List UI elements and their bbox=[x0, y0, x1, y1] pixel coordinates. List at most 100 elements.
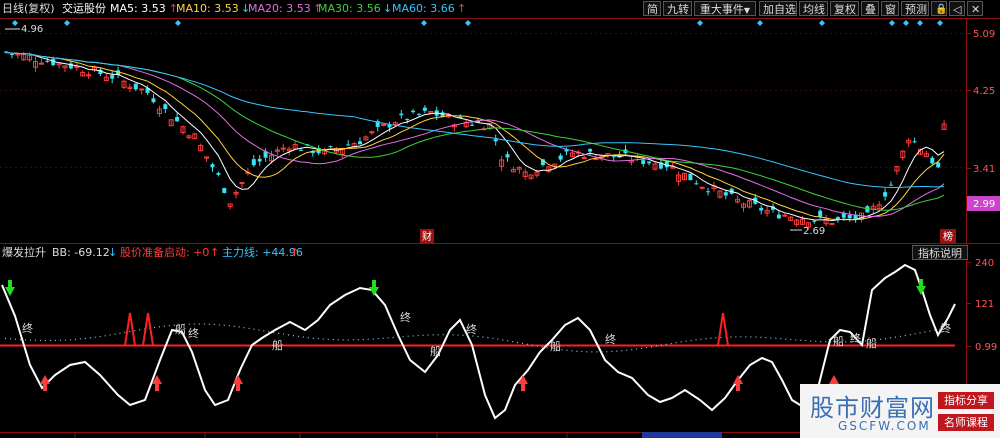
low-marker-label: 2.69 bbox=[803, 226, 825, 237]
end-mark: 终 bbox=[400, 310, 411, 324]
price-tick-label: 5.09 bbox=[973, 29, 995, 40]
candle-body bbox=[688, 173, 693, 181]
candle-body bbox=[251, 159, 256, 166]
candle-body bbox=[505, 154, 510, 158]
candle-body bbox=[470, 124, 475, 126]
candle-body bbox=[110, 75, 115, 79]
candle-body bbox=[216, 172, 221, 175]
chart-canvas[interactable]: 5.094.253.412.992401210.994.962.69财 榜终 终终终… bbox=[0, 0, 1000, 438]
candle-body bbox=[723, 192, 728, 196]
event-diamond bbox=[697, 20, 703, 26]
price-tick-label: 3.41 bbox=[973, 164, 995, 175]
event-diamond bbox=[64, 20, 70, 26]
candle-body bbox=[175, 116, 180, 122]
ship-mark: 船 bbox=[866, 336, 877, 350]
ship-mark: 船 bbox=[175, 322, 186, 336]
candle-body bbox=[782, 214, 788, 217]
candle-body bbox=[369, 131, 375, 134]
current-price-label: 2.99 bbox=[973, 199, 995, 210]
candle-body bbox=[611, 156, 616, 158]
start-signal-spike bbox=[717, 312, 729, 346]
indicator-tick-label: 121 bbox=[975, 299, 994, 310]
candle-body bbox=[45, 60, 50, 62]
candle-body bbox=[493, 139, 498, 142]
candle-body bbox=[422, 107, 427, 111]
ship-mark: 船 bbox=[430, 344, 441, 358]
bb-arrow: ↓ bbox=[108, 246, 118, 259]
candle-body bbox=[358, 141, 362, 145]
event-diamond bbox=[175, 20, 181, 26]
event-diamond bbox=[421, 20, 427, 26]
candle-body bbox=[163, 104, 168, 109]
start-signal-spike bbox=[142, 312, 154, 346]
indicator-name[interactable]: 爆发拉升 bbox=[2, 244, 46, 262]
end-mark: 终 bbox=[940, 321, 951, 335]
candle-body bbox=[399, 113, 404, 116]
candle-body bbox=[151, 98, 156, 103]
indicator-tick-label: 0.99 bbox=[975, 342, 997, 353]
event-diamond bbox=[937, 20, 943, 26]
buy-arrow-icon bbox=[518, 375, 528, 391]
candle-body bbox=[299, 149, 303, 151]
event-diamond bbox=[889, 20, 895, 26]
candle-body bbox=[930, 157, 935, 164]
candle-body bbox=[222, 188, 227, 193]
candle-body bbox=[847, 215, 852, 219]
candle-body bbox=[133, 83, 138, 90]
event-diamond bbox=[465, 20, 471, 26]
ma30-line bbox=[5, 51, 945, 211]
candle-body bbox=[38, 62, 44, 65]
candle-body bbox=[759, 207, 764, 211]
candle-body bbox=[818, 210, 823, 217]
stock-chart-window: 日线(复权) 交运股份 MA5: 3.53 ↑ MA10: 3.53 ↓ MA20: 3… bbox=[0, 0, 1000, 438]
candle-body bbox=[706, 191, 711, 193]
candle-body bbox=[647, 161, 652, 164]
candle-body bbox=[588, 149, 593, 152]
watermark: 股市财富网 GSCFW.COM 指标分享 名师课程 bbox=[800, 384, 1000, 438]
candle-body bbox=[641, 160, 646, 164]
bb-value: BB: -69.12 bbox=[52, 246, 110, 259]
high-marker-label: 4.96 bbox=[21, 24, 43, 35]
indicator-explain-button[interactable]: 指标说明 bbox=[912, 245, 968, 260]
end-mark: 终 bbox=[22, 321, 33, 335]
date-highlight-badge bbox=[642, 432, 722, 438]
candle-body bbox=[912, 141, 917, 143]
sell-arrow-icon bbox=[916, 279, 926, 295]
start-arrow: ↑ bbox=[210, 246, 220, 259]
ship-mark: 船 bbox=[272, 338, 283, 352]
candle-body bbox=[257, 158, 262, 162]
end-mark: 终 bbox=[466, 322, 477, 336]
watermark-badge-course[interactable]: 名师课程 bbox=[938, 414, 994, 431]
candle-body bbox=[210, 164, 215, 168]
indicator-header: 爆发拉升 BB: -69.12 ↓ 股价准备启动: +0 ↑ 主力线: +44.… bbox=[0, 244, 1000, 262]
candle-body bbox=[776, 214, 781, 219]
candle-body bbox=[936, 162, 941, 168]
candle-body bbox=[346, 144, 351, 146]
ma5-line bbox=[5, 51, 945, 222]
event-diamond bbox=[819, 20, 825, 26]
buy-arrow-icon bbox=[233, 375, 243, 391]
event-diamond bbox=[757, 20, 763, 26]
event-diamond bbox=[12, 20, 18, 26]
candle-body bbox=[405, 118, 410, 121]
candle-body bbox=[417, 113, 421, 115]
candle-body bbox=[829, 222, 835, 225]
watermark-url: GSCFW.COM bbox=[838, 419, 931, 433]
candle-body bbox=[9, 53, 14, 55]
watermark-badge-share[interactable]: 指标分享 bbox=[938, 392, 994, 409]
buy-arrow-icon bbox=[733, 375, 743, 391]
end-mark: 终 bbox=[188, 326, 199, 340]
start-signal-spike bbox=[124, 312, 136, 346]
candle-body bbox=[558, 155, 563, 160]
candle-body bbox=[328, 146, 333, 148]
ma20-line bbox=[5, 51, 945, 218]
end-mark: 终 bbox=[850, 331, 861, 345]
event-rank-label: 榜 bbox=[943, 230, 953, 243]
candle-body bbox=[280, 147, 286, 150]
candle-body bbox=[581, 157, 587, 160]
candle-body bbox=[812, 220, 817, 222]
event-diamond bbox=[917, 20, 923, 26]
watermark-title: 股市财富网 bbox=[810, 394, 935, 422]
candle-body bbox=[699, 186, 705, 189]
ship-mark: 船 bbox=[550, 339, 561, 353]
